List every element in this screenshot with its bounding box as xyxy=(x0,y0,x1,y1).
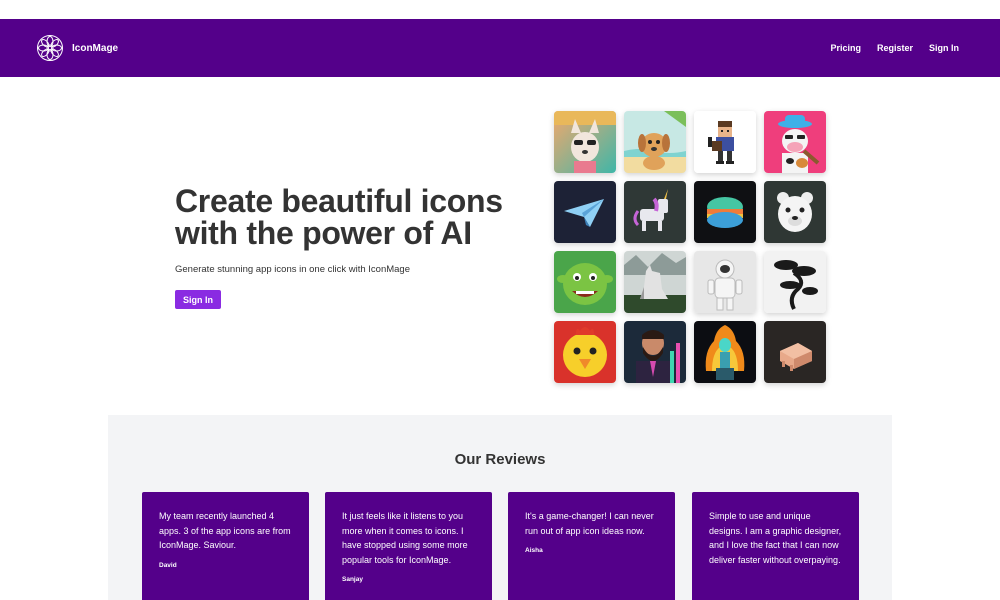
bonsai-tree-icon[interactable] xyxy=(764,251,826,313)
wolf-icon[interactable] xyxy=(624,251,686,313)
review-text: It's a game-changer! I can never run out… xyxy=(525,511,654,536)
review-card: My team recently launched 4 apps. 3 of t… xyxy=(142,492,309,600)
review-author: Sanjay xyxy=(342,576,363,583)
mandala-logo-icon xyxy=(37,35,63,61)
review-card: It's a game-changer! I can never run out… xyxy=(508,492,675,600)
nav-link-register[interactable]: Register xyxy=(877,43,913,53)
brand-logo-link[interactable]: IconMage xyxy=(36,34,118,62)
ogre-icon[interactable] xyxy=(554,251,616,313)
review-author: David xyxy=(159,561,177,569)
nav-links: Pricing Register Sign In xyxy=(830,43,959,53)
pig-icon[interactable] xyxy=(764,321,826,383)
reviews-title: Our Reviews xyxy=(454,451,546,468)
macaron-icon[interactable] xyxy=(694,181,756,243)
polar-bear-icon[interactable] xyxy=(764,181,826,243)
review-text: My team recently launched 4 apps. 3 of t… xyxy=(159,511,291,550)
unicorn-icon[interactable] xyxy=(624,181,686,243)
hero-sign-in-button[interactable]: Sign In xyxy=(175,290,221,309)
hero-title-line-2: with the power of AI xyxy=(175,215,472,251)
hero-title: Create beautiful icons with the power of… xyxy=(175,185,503,249)
hero-title-line-1: Create beautiful icons xyxy=(175,183,503,219)
nav-link-pricing[interactable]: Pricing xyxy=(830,43,861,53)
astronaut-icon[interactable] xyxy=(694,251,756,313)
top-navbar: IconMage Pricing Register Sign In xyxy=(0,19,1000,77)
nav-link-sign-in[interactable]: Sign In xyxy=(929,43,959,53)
dog-sunglasses-icon[interactable] xyxy=(554,111,616,173)
review-text: It just feels like it listens to you mor… xyxy=(342,511,468,565)
brand-name: IconMage xyxy=(72,42,119,54)
reviews-section: Our Reviews My team recently launched 4 … xyxy=(108,415,892,600)
icon-gallery xyxy=(554,111,826,383)
puppy-beach-icon[interactable] xyxy=(624,111,686,173)
cow-cowboy-icon[interactable] xyxy=(764,111,826,173)
hero-subtitle: Generate stunning app icons in one click… xyxy=(175,264,410,275)
review-card: It just feels like it listens to you mor… xyxy=(325,492,492,600)
review-author: Aisha xyxy=(525,547,543,554)
flaming-skeleton-icon[interactable] xyxy=(694,321,756,383)
chick-icon[interactable] xyxy=(554,321,616,383)
pixel-guitarist-icon[interactable] xyxy=(694,111,756,173)
bearded-man-icon[interactable] xyxy=(624,321,686,383)
review-text: Simple to use and unique designs. I am a… xyxy=(709,511,842,565)
paper-plane-icon[interactable] xyxy=(554,181,616,243)
review-card: Simple to use and unique designs. I am a… xyxy=(692,492,859,600)
